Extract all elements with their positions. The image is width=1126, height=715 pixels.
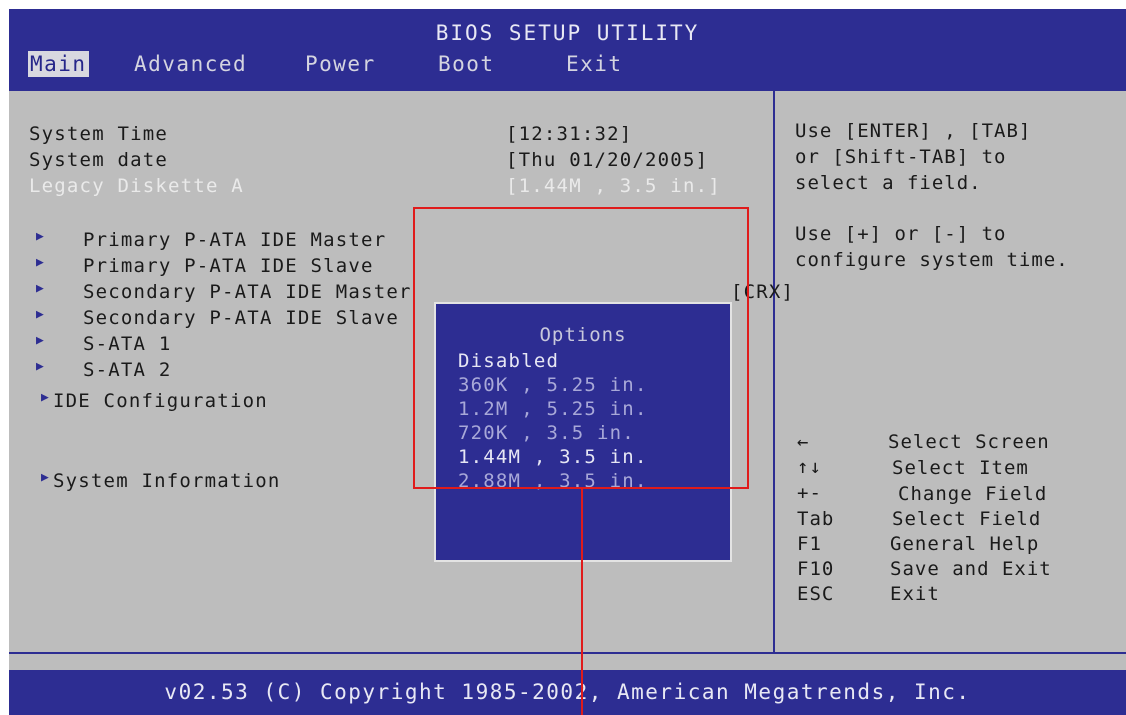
key-desc: Select Item: [892, 457, 1029, 479]
submenu-arrow-icon: ▶: [36, 333, 44, 348]
submenu-arrow-icon: ▶: [36, 307, 44, 322]
submenu-arrow-icon: ▶: [41, 470, 49, 485]
key-desc: Select Field: [892, 508, 1042, 530]
submenu-arrow-icon: ▶: [36, 281, 44, 296]
key-desc: Save and Exit: [890, 558, 1052, 580]
submenu-arrow-icon: ▶: [36, 229, 44, 244]
key-desc: Select Screen: [888, 431, 1050, 453]
system-date-value[interactable]: [Thu 01/20/2005]: [506, 148, 708, 172]
annotation-highlight-box: [413, 207, 749, 489]
help-line: Use [+] or [-] to: [795, 223, 1007, 245]
system-time-label[interactable]: System Time: [29, 122, 168, 146]
submenu-arrow-icon: ▶: [36, 255, 44, 270]
menu-exit[interactable]: Exit: [564, 51, 625, 77]
submenu-primary-slave[interactable]: Primary P-ATA IDE Slave: [83, 254, 374, 278]
legacy-diskette-value[interactable]: [1.44M , 3.5 in.]: [506, 174, 721, 198]
panel-divider: [773, 91, 775, 652]
key-esc: ESC: [797, 583, 835, 605]
key-f10: F10: [797, 558, 835, 580]
submenu-secondary-master[interactable]: Secondary P-ATA IDE Master: [83, 280, 412, 304]
menu-main[interactable]: Main: [28, 51, 89, 77]
left-arrow-icon: ←: [797, 431, 810, 453]
menu-boot[interactable]: Boot: [436, 51, 497, 77]
up-down-arrow-icon: ↑↓: [797, 456, 822, 478]
legacy-diskette-label[interactable]: Legacy Diskette A: [29, 174, 244, 198]
help-line: or [Shift-TAB] to: [795, 146, 1007, 168]
submenu-sata-2[interactable]: S-ATA 2: [83, 358, 171, 382]
submenu-ide-configuration[interactable]: IDE Configuration: [53, 389, 268, 413]
menu-power[interactable]: Power: [303, 51, 378, 77]
menu-bar: BIOS SETUP UTILITY Main Advanced Power B…: [9, 9, 1126, 91]
help-line: Use [ENTER] , [TAB]: [795, 120, 1032, 142]
key-tab: Tab: [797, 508, 835, 530]
key-desc: Change Field: [898, 483, 1048, 505]
system-date-label[interactable]: System date: [29, 148, 168, 172]
key-plus-minus: +-: [797, 482, 822, 504]
status-strip: [9, 652, 1126, 672]
copyright-footer: v02.53 (C) Copyright 1985-2002, American…: [9, 670, 1126, 715]
help-line: select a field.: [795, 172, 982, 194]
submenu-system-information[interactable]: System Information: [53, 469, 281, 493]
submenu-sata-1[interactable]: S-ATA 1: [83, 332, 171, 356]
key-desc: General Help: [890, 533, 1040, 555]
menu-advanced[interactable]: Advanced: [132, 51, 249, 77]
key-desc: Exit: [890, 583, 940, 605]
key-f1: F1: [797, 533, 822, 555]
submenu-primary-master[interactable]: Primary P-ATA IDE Master: [83, 228, 386, 252]
help-line: configure system time.: [795, 249, 1069, 271]
annotation-pointer-line: [581, 489, 583, 715]
system-time-value[interactable]: [12:31:32]: [506, 122, 632, 146]
submenu-secondary-slave[interactable]: Secondary P-ATA IDE Slave: [83, 306, 399, 330]
submenu-arrow-icon: ▶: [41, 390, 49, 405]
app-title: BIOS SETUP UTILITY: [435, 21, 700, 45]
submenu-arrow-icon: ▶: [36, 359, 44, 374]
